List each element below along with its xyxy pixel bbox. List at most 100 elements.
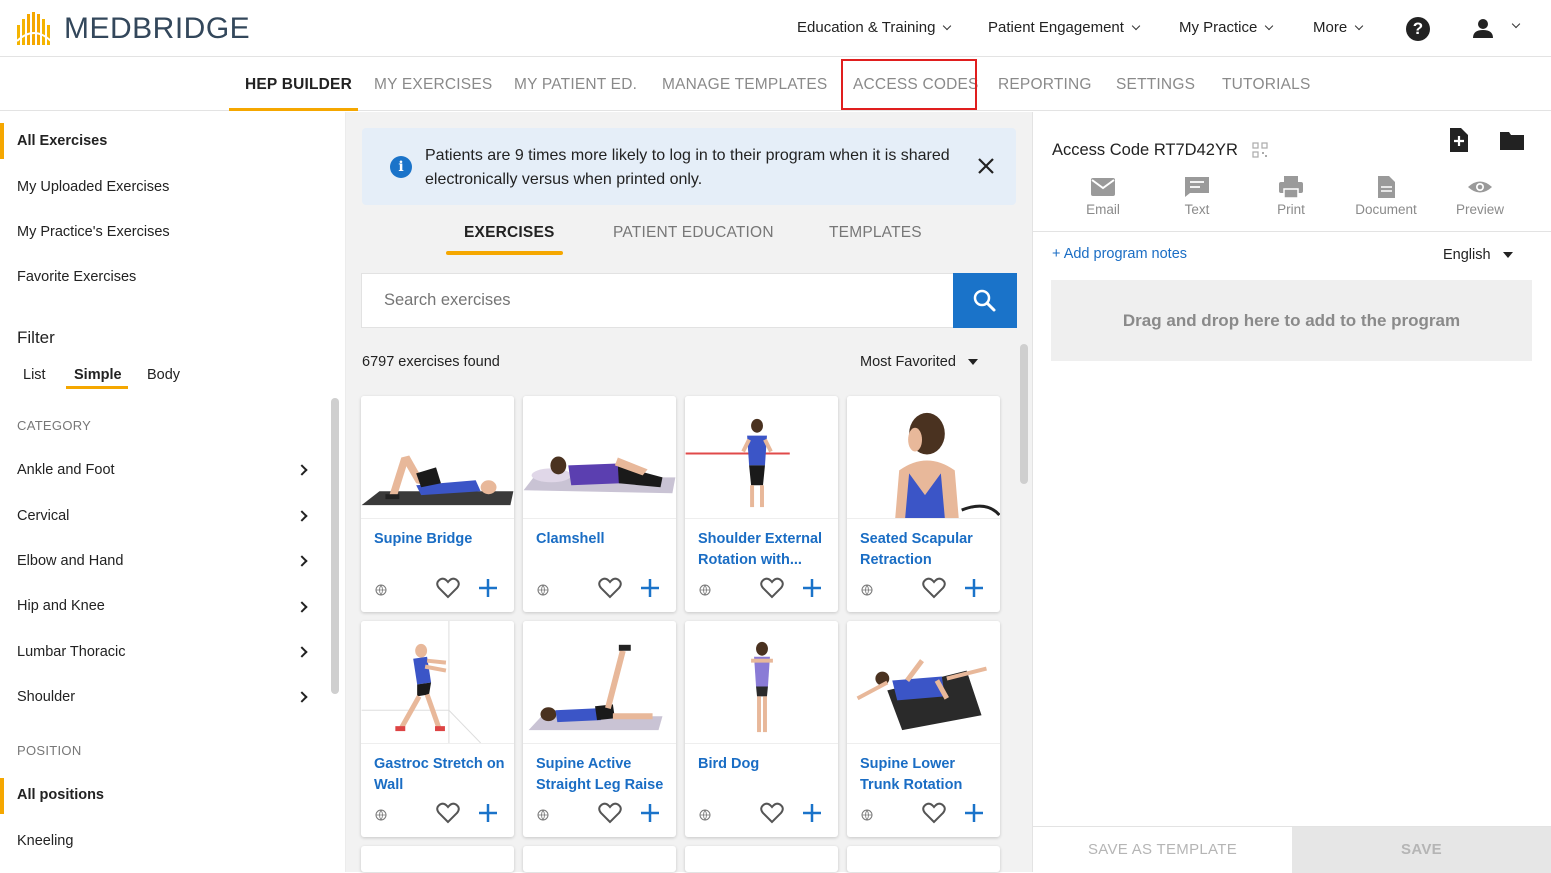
exercises-tab-indicator <box>446 251 563 255</box>
position-all[interactable]: All positions <box>17 787 104 803</box>
globe-icon <box>861 809 873 821</box>
position-kneeling[interactable]: Kneeling <box>17 833 73 849</box>
heart-icon[interactable] <box>922 577 946 599</box>
medbridge-logo[interactable]: MEDBRIDGE <box>16 11 250 47</box>
chevron-right-icon[interactable] <box>296 691 308 703</box>
add-icon[interactable] <box>802 803 822 823</box>
exercise-title[interactable]: Clamshell <box>536 529 668 550</box>
heart-icon[interactable] <box>922 802 946 824</box>
share-email[interactable]: Email <box>1058 176 1148 217</box>
category-elbow-hand[interactable]: Elbow and Hand <box>17 553 123 569</box>
tab-settings[interactable]: SETTINGS <box>1116 76 1195 94</box>
folder-icon[interactable] <box>1500 130 1524 150</box>
topnav-my-practice[interactable]: My Practice <box>1179 19 1274 36</box>
tab-tutorials[interactable]: TUTORIALS <box>1222 76 1311 94</box>
globe-icon <box>375 584 387 596</box>
category-shoulder[interactable]: Shoulder <box>17 689 75 705</box>
heart-icon[interactable] <box>760 802 784 824</box>
exercise-title[interactable]: Seated Scapular Retraction <box>860 529 992 571</box>
share-print[interactable]: Print <box>1246 176 1336 217</box>
sidebar-item-practice-exercises[interactable]: My Practice's Exercises <box>17 224 170 240</box>
results-scrollbar[interactable] <box>1020 344 1028 484</box>
exercise-title[interactable]: Shoulder External Rotation with... <box>698 529 830 571</box>
filter-tab-simple[interactable]: Simple <box>74 367 122 383</box>
share-preview[interactable]: Preview <box>1435 176 1525 217</box>
chevron-right-icon[interactable] <box>296 555 308 567</box>
heart-icon[interactable] <box>436 577 460 599</box>
tab-reporting[interactable]: REPORTING <box>998 76 1092 94</box>
exercise-card[interactable]: Gastroc Stretch on Wall <box>361 621 514 837</box>
share-document[interactable]: Document <box>1341 176 1431 217</box>
sidebar-item-all-exercises[interactable]: All Exercises <box>17 133 107 149</box>
tab-my-exercises[interactable]: MY EXERCISES <box>374 76 492 94</box>
exercise-title[interactable]: Supine Bridge <box>374 529 506 550</box>
chevron-right-icon[interactable] <box>296 464 308 476</box>
help-icon[interactable]: ? <box>1406 17 1430 41</box>
language-select[interactable]: English <box>1443 247 1513 263</box>
brand-name: MEDBRIDGE <box>64 12 251 45</box>
category-hip-knee[interactable]: Hip and Knee <box>17 598 105 614</box>
filter-tab-body[interactable]: Body <box>147 367 180 383</box>
chevron-right-icon[interactable] <box>296 646 308 658</box>
qr-code-icon[interactable] <box>1252 142 1268 158</box>
exercise-card[interactable]: Shoulder External Rotation with... <box>685 396 838 612</box>
search-button[interactable] <box>953 273 1017 328</box>
topnav-more[interactable]: More <box>1313 19 1364 36</box>
sort-select[interactable]: Most Favorited <box>860 354 978 370</box>
tab-exercises[interactable]: EXERCISES <box>464 224 555 242</box>
tab-manage-templates[interactable]: MANAGE TEMPLATES <box>662 76 827 94</box>
sidebar-scrollbar[interactable] <box>331 398 339 694</box>
save-button[interactable]: SAVE <box>1292 827 1551 873</box>
exercise-card[interactable] <box>361 846 514 872</box>
exercise-card[interactable]: Supine Lower Trunk Rotation <box>847 621 1000 837</box>
chevron-down-icon[interactable] <box>1511 19 1521 29</box>
add-program-notes-link[interactable]: + Add program notes <box>1052 246 1187 262</box>
user-menu[interactable] <box>1472 18 1494 40</box>
add-icon[interactable] <box>964 578 984 598</box>
add-icon[interactable] <box>640 803 660 823</box>
exercise-card[interactable]: Supine Active Straight Leg Raise <box>523 621 676 837</box>
heart-icon[interactable] <box>598 577 622 599</box>
add-icon[interactable] <box>478 578 498 598</box>
tab-hep-builder[interactable]: HEP BUILDER <box>245 76 352 94</box>
search-input[interactable] <box>361 273 953 328</box>
add-icon[interactable] <box>478 803 498 823</box>
add-icon[interactable] <box>640 578 660 598</box>
topnav-education-training[interactable]: Education & Training <box>797 19 952 36</box>
exercise-card[interactable]: Clamshell <box>523 396 676 612</box>
category-lumbar-thoracic[interactable]: Lumbar Thoracic <box>17 644 126 660</box>
exercise-card[interactable] <box>523 846 676 872</box>
access-code: Access Code RT7D42YR <box>1052 141 1238 160</box>
heart-icon[interactable] <box>760 577 784 599</box>
share-text[interactable]: Text <box>1152 176 1242 217</box>
message-icon <box>1185 177 1209 197</box>
add-icon[interactable] <box>802 578 822 598</box>
tab-my-patient-ed[interactable]: MY PATIENT ED. <box>514 76 637 94</box>
chevron-right-icon[interactable] <box>296 601 308 613</box>
category-cervical[interactable]: Cervical <box>17 508 69 524</box>
exercise-card[interactable]: Seated Scapular Retraction <box>847 396 1000 612</box>
heart-icon[interactable] <box>436 802 460 824</box>
exercise-card[interactable]: Supine Bridge <box>361 396 514 612</box>
save-as-template-button[interactable]: SAVE AS TEMPLATE <box>1033 827 1292 873</box>
new-document-icon[interactable] <box>1448 128 1468 152</box>
chevron-right-icon[interactable] <box>296 510 308 522</box>
exercise-card[interactable] <box>685 846 838 872</box>
exercise-title[interactable]: Gastroc Stretch on Wall <box>374 754 506 796</box>
program-dropzone[interactable]: Drag and drop here to add to the program <box>1051 280 1532 361</box>
sidebar-item-favorites[interactable]: Favorite Exercises <box>17 269 136 285</box>
tab-templates[interactable]: TEMPLATES <box>829 224 922 242</box>
filter-tab-list[interactable]: List <box>23 367 46 383</box>
exercise-title[interactable]: Supine Active Straight Leg Raise <box>536 754 668 796</box>
exercise-card[interactable] <box>847 846 1000 872</box>
heart-icon[interactable] <box>598 802 622 824</box>
close-icon[interactable] <box>976 156 996 176</box>
sidebar-item-my-uploaded[interactable]: My Uploaded Exercises <box>17 179 169 195</box>
add-icon[interactable] <box>964 803 984 823</box>
tab-patient-education[interactable]: PATIENT EDUCATION <box>613 224 774 242</box>
exercise-title[interactable]: Bird Dog <box>698 754 830 775</box>
exercise-card[interactable]: Bird Dog <box>685 621 838 837</box>
category-ankle-foot[interactable]: Ankle and Foot <box>17 462 115 478</box>
exercise-title[interactable]: Supine Lower Trunk Rotation <box>860 754 992 796</box>
topnav-patient-engagement[interactable]: Patient Engagement <box>988 19 1141 36</box>
